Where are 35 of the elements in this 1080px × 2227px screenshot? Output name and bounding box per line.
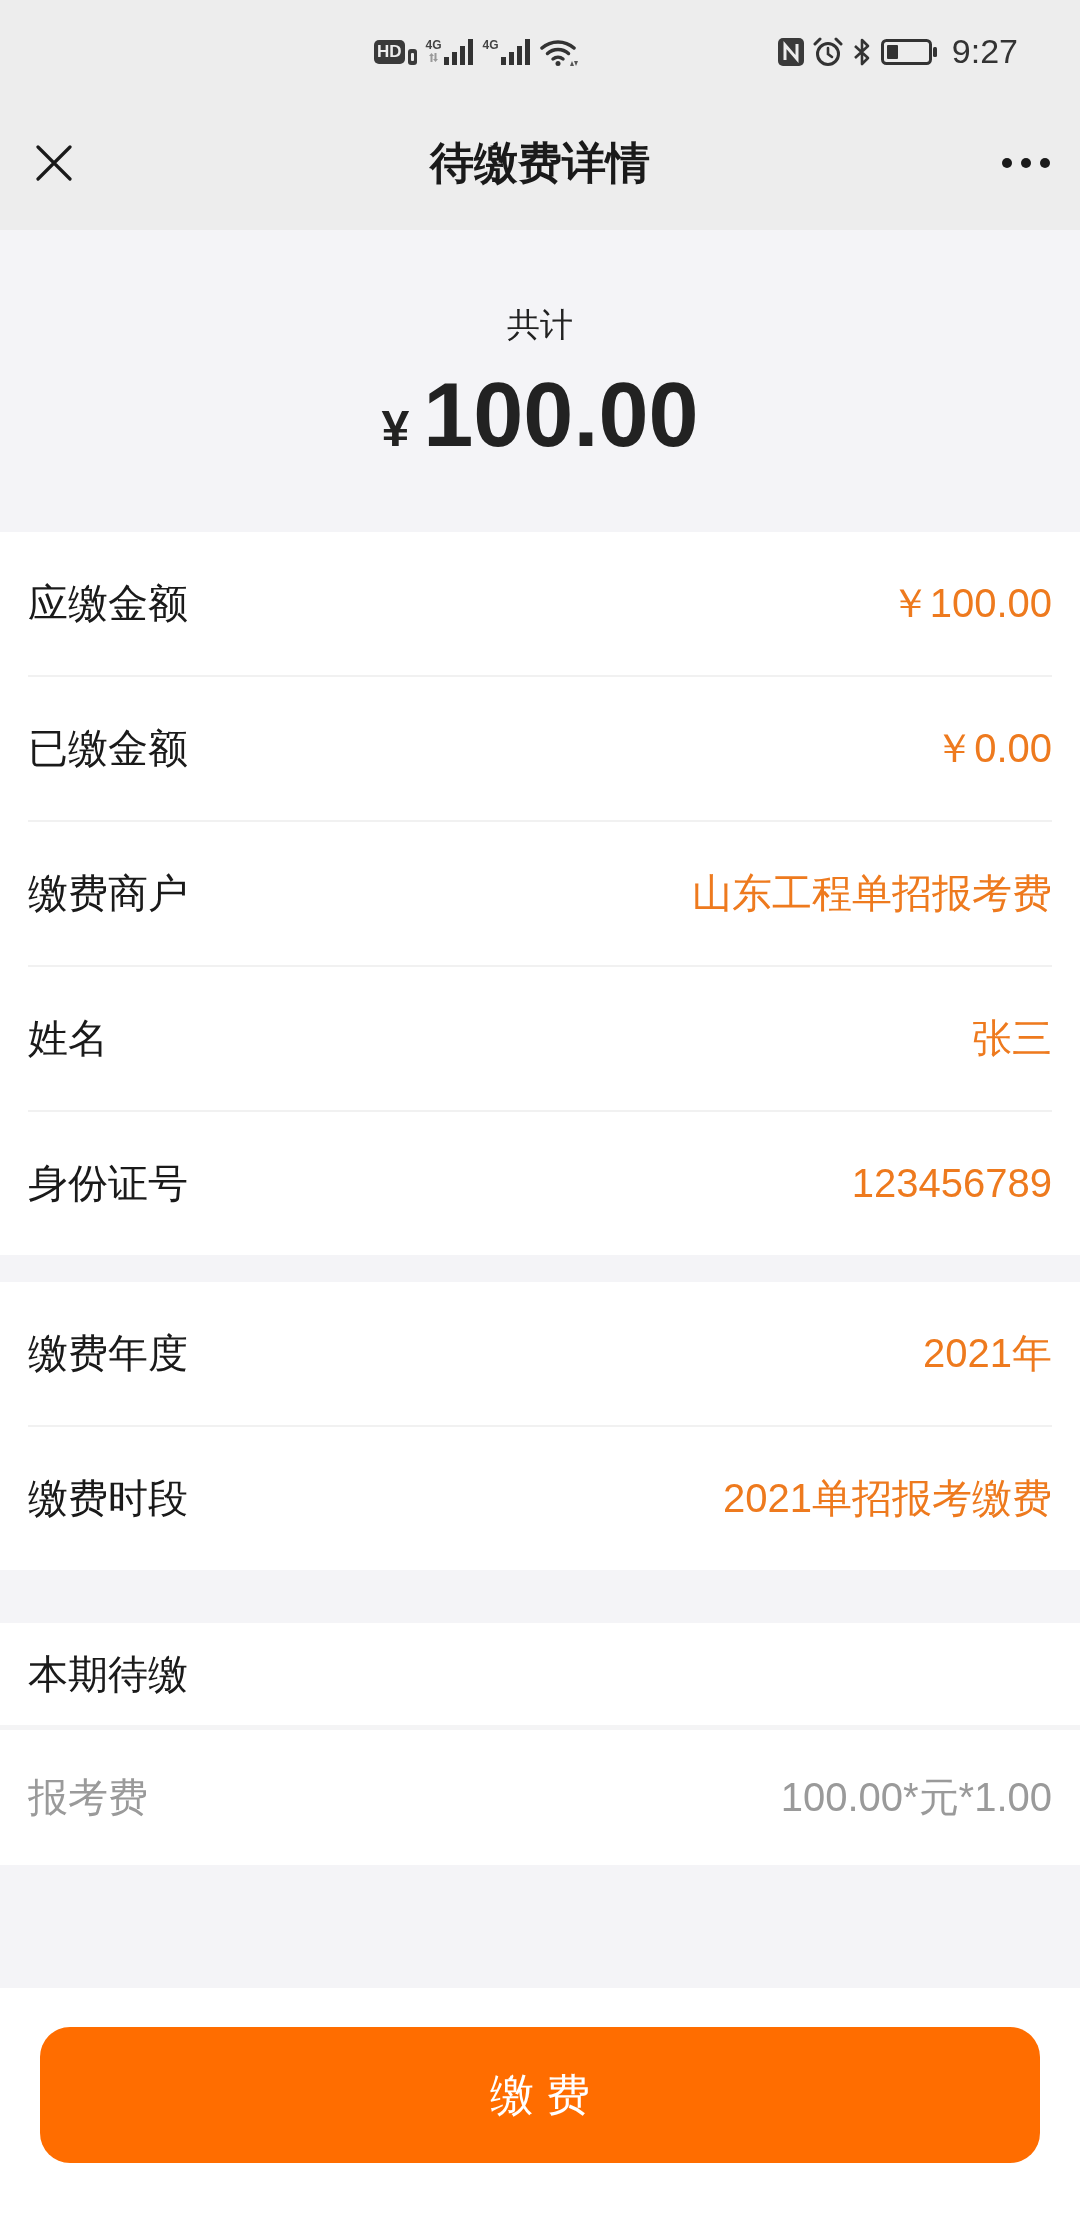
- wifi-icon: [539, 37, 578, 66]
- signal-icon: [500, 38, 531, 65]
- hd-badge: HD: [374, 39, 405, 64]
- total-label: 共计: [507, 305, 573, 345]
- field-value: ￥100.00: [889, 580, 1052, 627]
- field-value: 山东工程单招报考费: [692, 870, 1052, 917]
- field-value: 2021年: [923, 1330, 1052, 1377]
- field-value: 张三: [972, 1015, 1052, 1062]
- page-title: 待缴费详情: [430, 136, 650, 189]
- fee-item-value: 100.00*元*1.00: [780, 1774, 1052, 1821]
- alarm-clock-icon: [812, 36, 843, 67]
- indicator-icon: [407, 48, 417, 65]
- field-label: 缴费时段: [28, 1475, 188, 1522]
- field-value: 2021单招报考缴费: [723, 1475, 1052, 1522]
- field-label: 缴费年度: [28, 1330, 188, 1377]
- network-type-label: 4G: [482, 38, 499, 52]
- field-label: 姓名: [28, 1015, 108, 1062]
- field-value: 123456789: [851, 1161, 1052, 1206]
- signal-icon: [443, 38, 474, 65]
- nfc-icon: [777, 37, 804, 66]
- close-icon[interactable]: [36, 144, 72, 181]
- network-type-label: 4G: [425, 38, 442, 52]
- field-label: 已缴金额: [28, 725, 188, 772]
- field-label: 身份证号: [28, 1160, 188, 1207]
- currency-symbol: ¥: [381, 400, 410, 459]
- field-label: 缴费商户: [28, 870, 188, 917]
- total-amount: 100.00: [423, 365, 699, 465]
- status-time: 9:27: [951, 32, 1018, 71]
- fee-item-label: 报考费: [28, 1774, 148, 1821]
- pay-button[interactable]: 缴 费: [40, 2027, 1040, 2163]
- battery-icon: [880, 38, 937, 65]
- field-label: 应缴金额: [28, 580, 188, 627]
- field-value: ￥0.00: [934, 725, 1052, 772]
- section-heading: 本期待缴: [28, 1650, 188, 1698]
- more-icon[interactable]: [1002, 157, 1050, 168]
